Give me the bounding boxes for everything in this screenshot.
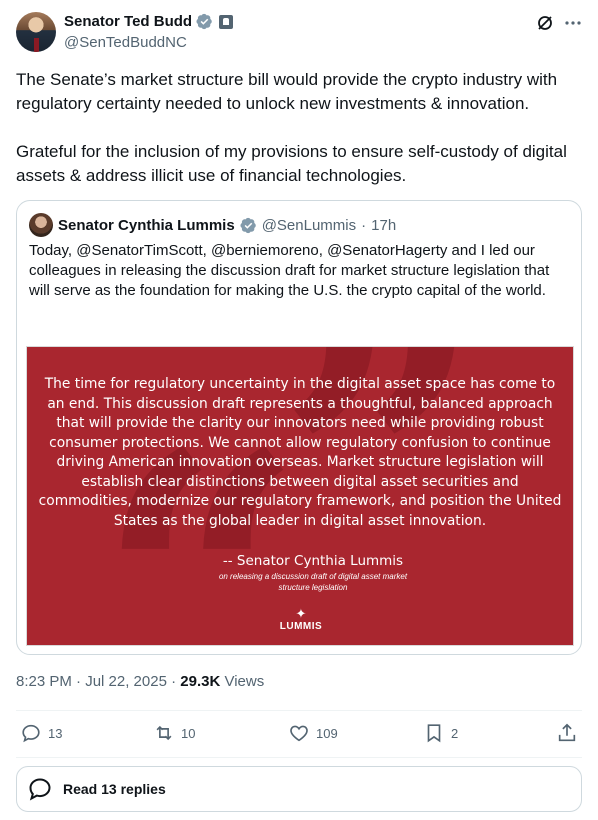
grok-icon[interactable]	[536, 14, 554, 32]
top-actions	[536, 14, 582, 32]
timestamp[interactable]: 8:23 PM · Jul 22, 2025	[16, 673, 167, 690]
repost-count: 10	[181, 725, 196, 741]
like-button[interactable]: 109	[288, 722, 338, 744]
bookmark-count: 2	[451, 725, 459, 741]
read-replies-button[interactable]: Read 13 replies	[16, 766, 582, 812]
like-count: 109	[316, 725, 338, 741]
lummis-logo: ✦ LUMMIS	[271, 606, 331, 633]
bookmark-button[interactable]: 2	[423, 722, 458, 744]
attribution-note: on releasing a discussion draft of digit…	[218, 572, 408, 592]
image-attribution: -- Senator Cynthia Lummis on releasing a…	[203, 553, 423, 593]
quoted-author-handle: @SenLummis	[261, 216, 357, 234]
tweet-meta: 8:23 PM · Jul 22, 2025 · 29.3K Views	[16, 673, 264, 690]
attribution-name: -- Senator Cynthia Lummis	[222, 553, 404, 569]
government-badge-icon	[219, 14, 234, 29]
divider	[16, 757, 582, 758]
more-icon[interactable]	[564, 14, 582, 32]
like-icon	[290, 725, 308, 742]
tweet-text: The Senate’s market structure bill would…	[16, 68, 582, 188]
verified-badge-icon	[240, 217, 256, 233]
quoted-tweet-text: Today, @SenatorTimScott, @berniemoreno, …	[29, 242, 550, 299]
quoted-time: 17h	[371, 216, 397, 234]
author-avatar[interactable]	[16, 12, 56, 52]
separator-dot: ·	[171, 673, 177, 690]
action-bar: 13 10 109 2	[16, 722, 582, 748]
tweet-paragraph: The Senate’s market structure bill would…	[16, 70, 558, 113]
bison-icon: ✦	[295, 606, 307, 621]
divider	[16, 710, 582, 711]
separator-dot: ·	[361, 216, 367, 234]
share-button[interactable]	[556, 722, 578, 744]
verified-badge-icon	[196, 13, 212, 30]
author-handle[interactable]: @SenTedBuddNC	[64, 34, 187, 51]
quoted-author-avatar	[29, 213, 53, 237]
reply-count: 13	[48, 725, 63, 741]
repost-button[interactable]: 10	[153, 722, 195, 744]
logo-wordmark: LUMMIS	[279, 621, 323, 632]
quoted-tweet[interactable]: Senator Cynthia Lummis @SenLummis · 17h …	[16, 200, 582, 655]
author-display-name[interactable]: Senator Ted Budd	[64, 13, 192, 30]
quoted-image[interactable]: “ ” The time for regulatory uncertainty …	[26, 346, 574, 646]
tweet-header: Senator Ted Budd @SenTedBuddNC	[16, 12, 582, 56]
repost-icon	[156, 725, 172, 741]
bookmark-icon	[427, 724, 441, 743]
quoted-tweet-header: Senator Cynthia Lummis @SenLummis · 17h	[29, 213, 396, 237]
image-quote-text: The time for regulatory uncertainty in t…	[38, 376, 562, 529]
views-count: 29.3K	[180, 673, 221, 690]
chat-bubble-icon	[29, 778, 51, 801]
quoted-author-name: Senator Cynthia Lummis	[58, 216, 235, 234]
tweet-paragraph: Grateful for the inclusion of my provisi…	[16, 142, 567, 185]
views-label: Views	[224, 673, 265, 690]
reply-button[interactable]: 13	[20, 722, 62, 744]
reply-icon	[22, 724, 40, 743]
read-replies-label: Read 13 replies	[63, 781, 166, 797]
share-icon	[558, 723, 576, 742]
author-name-row: Senator Ted Budd	[64, 13, 234, 30]
